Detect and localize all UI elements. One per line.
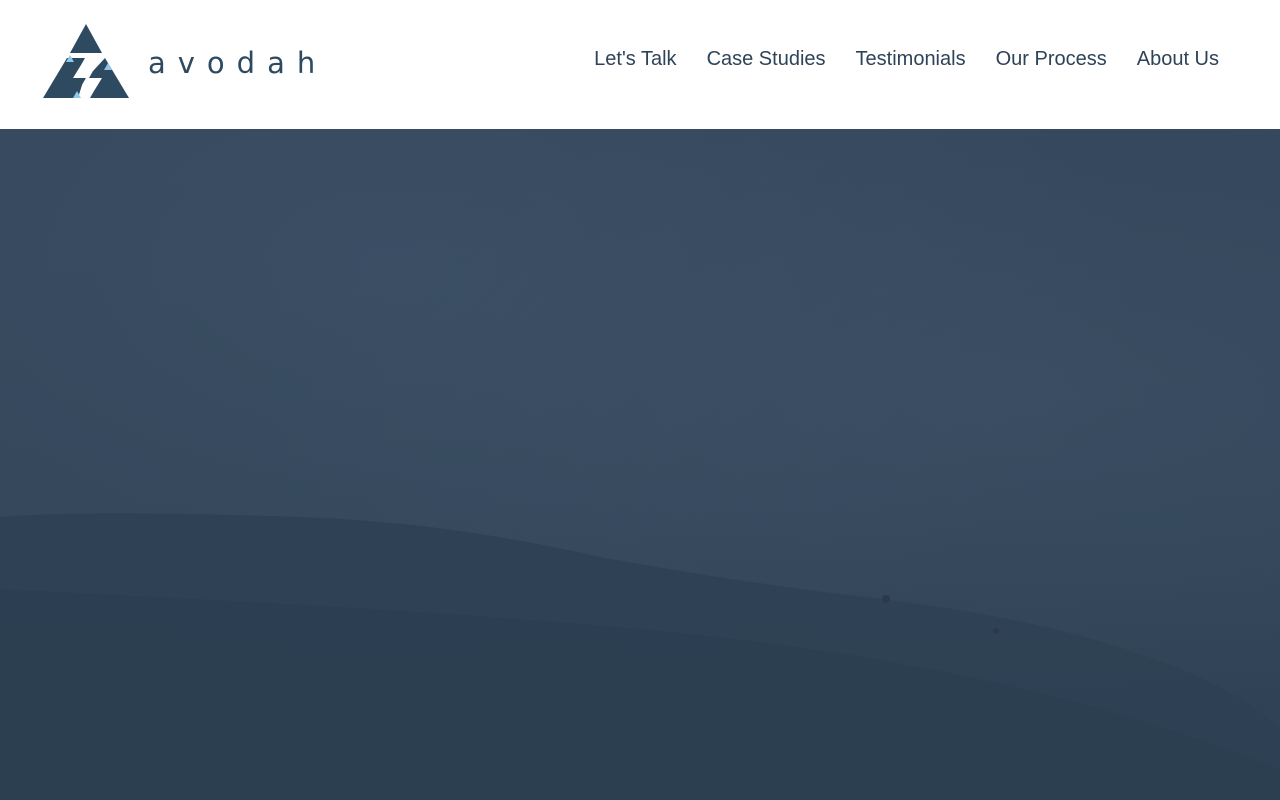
- nav-case-studies[interactable]: Case Studies: [692, 44, 841, 75]
- nav-lets-talk[interactable]: Let's Talk: [579, 44, 691, 75]
- logo-wordmark: avodah: [148, 46, 328, 80]
- logo-link[interactable]: avodah: [42, 22, 327, 100]
- hero-background: [0, 129, 1280, 800]
- hill-silhouette-image: [0, 513, 1280, 800]
- nav-about-us[interactable]: About Us: [1122, 44, 1234, 75]
- site-header: avodah Let's Talk Case Studies Testimoni…: [0, 0, 1280, 129]
- triangle-mountain-logo-icon: [43, 24, 129, 98]
- main-nav: Let's Talk Case Studies Testimonials Our…: [579, 44, 1234, 75]
- page: avodah Let's Talk Case Studies Testimoni…: [0, 0, 1280, 800]
- nav-testimonials[interactable]: Testimonials: [841, 44, 981, 75]
- nav-our-process[interactable]: Our Process: [981, 44, 1122, 75]
